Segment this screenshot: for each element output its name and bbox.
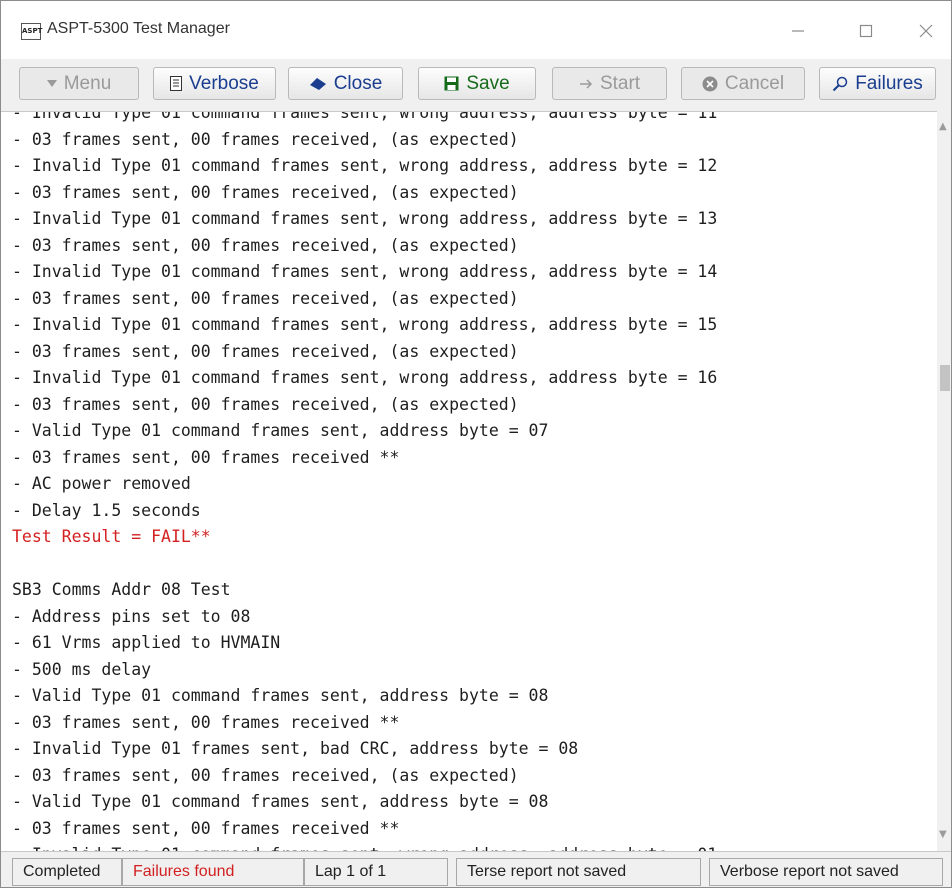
log-line: - 03 frames sent, 00 frames received, (a… [12,765,519,785]
status-terse-report: Terse report not saved [456,858,701,886]
close-button[interactable]: Close [288,67,403,100]
log-line: - Valid Type 01 command frames sent, add… [12,792,549,811]
log-line: SB3 Comms Addr 08 Test [12,580,231,599]
log-line: - 03 frames sent, 00 frames received, (a… [12,288,519,308]
log-line: - 03 frames sent, 00 frames received, (a… [12,341,519,361]
log-line: - Address pins set to 08 [12,606,251,626]
minimize-button[interactable] [775,13,821,49]
window-title: ASPT-5300 Test Manager [47,20,230,37]
log-line: - Invalid Type 01 frames sent, bad CRC, … [12,739,579,758]
close-button-label: Close [333,72,383,94]
cancel-circle-icon [702,76,718,92]
status-bar: Completed Failures found Lap 1 of 1 Ters… [1,851,951,887]
maximize-button[interactable] [843,13,889,49]
menu-button[interactable]: Menu [19,67,139,100]
verbose-button[interactable]: Verbose [153,67,276,100]
log-line: - 61 Vrms applied to HVMAIN [12,633,281,652]
log-line: - 03 frames sent, 00 frames received, (a… [12,182,519,202]
test-log-lines: - Invalid Type 01 command frames sent, w… [12,111,932,852]
log-line: - Invalid Type 01 command frames sent, w… [12,315,718,334]
cancel-button[interactable]: Cancel [681,67,805,100]
log-line: - 03 frames sent, 00 frames received ** [12,712,400,732]
floppy-disk-icon [444,76,459,91]
log-line: - 03 frames sent, 00 frames received ** [12,818,400,838]
save-button[interactable]: Save [418,67,536,100]
log-line: - 03 frames sent, 00 frames received, (a… [12,129,519,149]
failures-button-label: Failures [855,72,923,94]
scroll-thumb[interactable] [940,365,950,391]
log-line: - Valid Type 01 command frames sent, add… [12,686,549,705]
log-line: - 03 frames sent, 00 frames received ** [12,447,400,467]
search-icon [832,76,848,92]
start-button-label: Start [599,72,641,94]
scroll-down-icon[interactable]: ▼ [939,829,947,840]
log-line: - Invalid Type 01 command frames sent, w… [12,209,718,228]
dropdown-arrow-icon [46,79,57,88]
failures-button[interactable]: Failures [819,67,936,100]
close-icon [919,24,933,38]
log-line: - Invalid Type 01 command frames sent, w… [12,262,718,281]
minimize-icon [792,30,804,32]
eraser-icon [309,77,327,91]
app-window: ASPT ASPT-5300 Test Manager Menu Verbose [0,0,952,888]
close-window-button[interactable] [903,13,949,49]
log-line: - AC power removed [12,474,191,493]
menu-button-label: Menu [63,72,112,94]
log-line: - 500 ms delay [12,659,152,679]
test-log[interactable]: - Invalid Type 01 command frames sent, w… [1,111,937,852]
log-line: - 03 frames sent, 00 frames received, (a… [12,235,519,255]
maximize-icon [859,24,873,38]
cancel-button-label: Cancel [724,72,785,94]
app-icon: ASPT [21,23,42,40]
vertical-scrollbar[interactable]: ▲ ▼ [937,111,951,851]
verbose-button-label: Verbose [189,72,259,94]
document-icon [170,76,183,91]
title-bar: ASPT ASPT-5300 Test Manager [1,1,951,59]
status-completed: Completed [12,858,122,886]
log-line: - Invalid Type 01 command frames sent, w… [12,156,718,175]
log-line: - 03 frames sent, 00 frames received, (a… [12,394,519,414]
log-line: - Invalid Type 01 command frames sent, w… [12,368,718,387]
toolbar: Menu Verbose Close Save Start Cancel Fai… [1,59,951,111]
status-failures: Failures found [122,858,304,886]
log-line: - Delay 1.5 seconds [12,500,201,520]
arrow-right-icon [579,78,593,90]
status-lap: Lap 1 of 1 [304,858,448,886]
log-line-fail: Test Result = FAIL** [12,527,211,546]
status-verbose-report: Verbose report not saved [709,858,943,886]
scroll-up-icon[interactable]: ▲ [939,121,947,132]
log-line: - Valid Type 01 command frames sent, add… [12,421,549,440]
save-button-label: Save [466,72,510,94]
start-button[interactable]: Start [552,67,667,100]
log-line: - Invalid Type 01 command frames sent, w… [12,111,718,122]
